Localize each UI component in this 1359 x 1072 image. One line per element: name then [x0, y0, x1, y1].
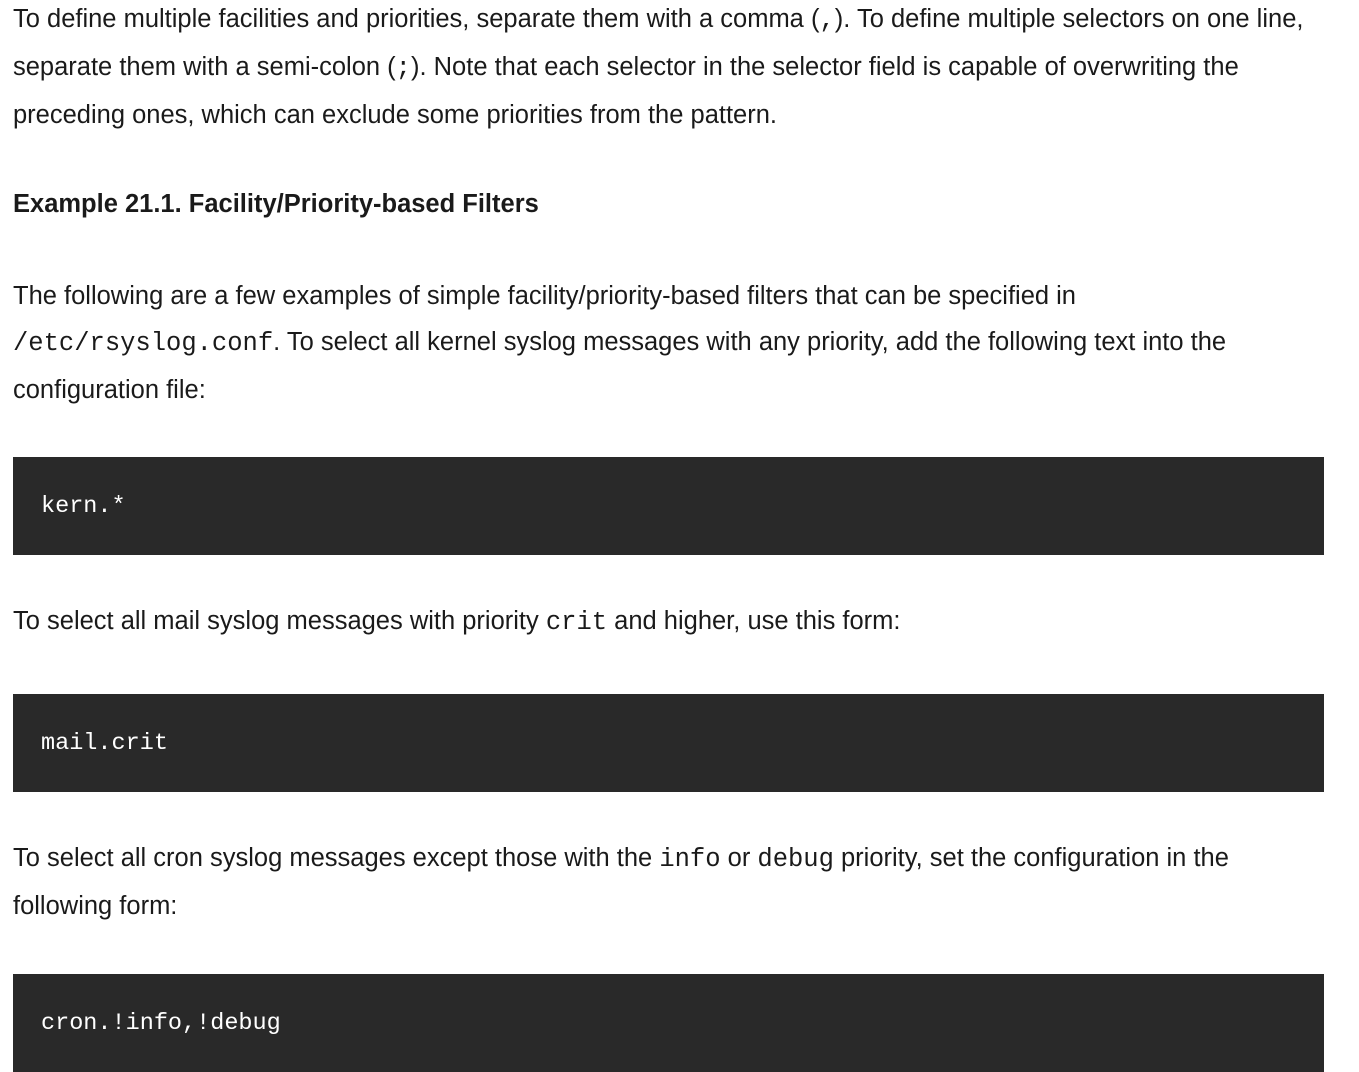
- code-text: cron.!info,!debug: [41, 1009, 281, 1037]
- text: or: [720, 844, 758, 872]
- paragraph-intro: The following are a few examples of simp…: [13, 273, 1324, 413]
- inline-code: debug: [757, 845, 834, 874]
- text: To select all cron syslog messages excep…: [13, 844, 660, 872]
- code-block-mail[interactable]: mail.crit: [13, 694, 1324, 792]
- text: To define multiple facilities and priori…: [13, 5, 820, 33]
- code-text: kern.*: [41, 492, 126, 520]
- paragraph-selectors: To define multiple facilities and priori…: [13, 0, 1324, 138]
- text: and higher, use this form:: [607, 607, 901, 635]
- inline-code: crit: [545, 608, 608, 637]
- text: To select all mail syslog messages with …: [13, 607, 546, 635]
- inline-code-path: /etc/rsyslog.conf: [13, 329, 274, 358]
- example-title: Example 21.1. Facility/Priority-based Fi…: [13, 190, 539, 218]
- code-text: mail.crit: [41, 729, 168, 757]
- paragraph-mail: To select all mail syslog messages with …: [13, 598, 1324, 646]
- inline-code: ;: [395, 54, 411, 83]
- code-block-kern[interactable]: kern.*: [13, 457, 1324, 555]
- text: The following are a few examples of simp…: [13, 282, 1076, 310]
- paragraph-cron: To select all cron syslog messages excep…: [13, 835, 1324, 929]
- code-block-cron[interactable]: cron.!info,!debug: [13, 974, 1324, 1072]
- inline-code: ,: [819, 6, 835, 35]
- document-content: To define multiple facilities and priori…: [13, 0, 1324, 1072]
- inline-code: info: [659, 845, 721, 874]
